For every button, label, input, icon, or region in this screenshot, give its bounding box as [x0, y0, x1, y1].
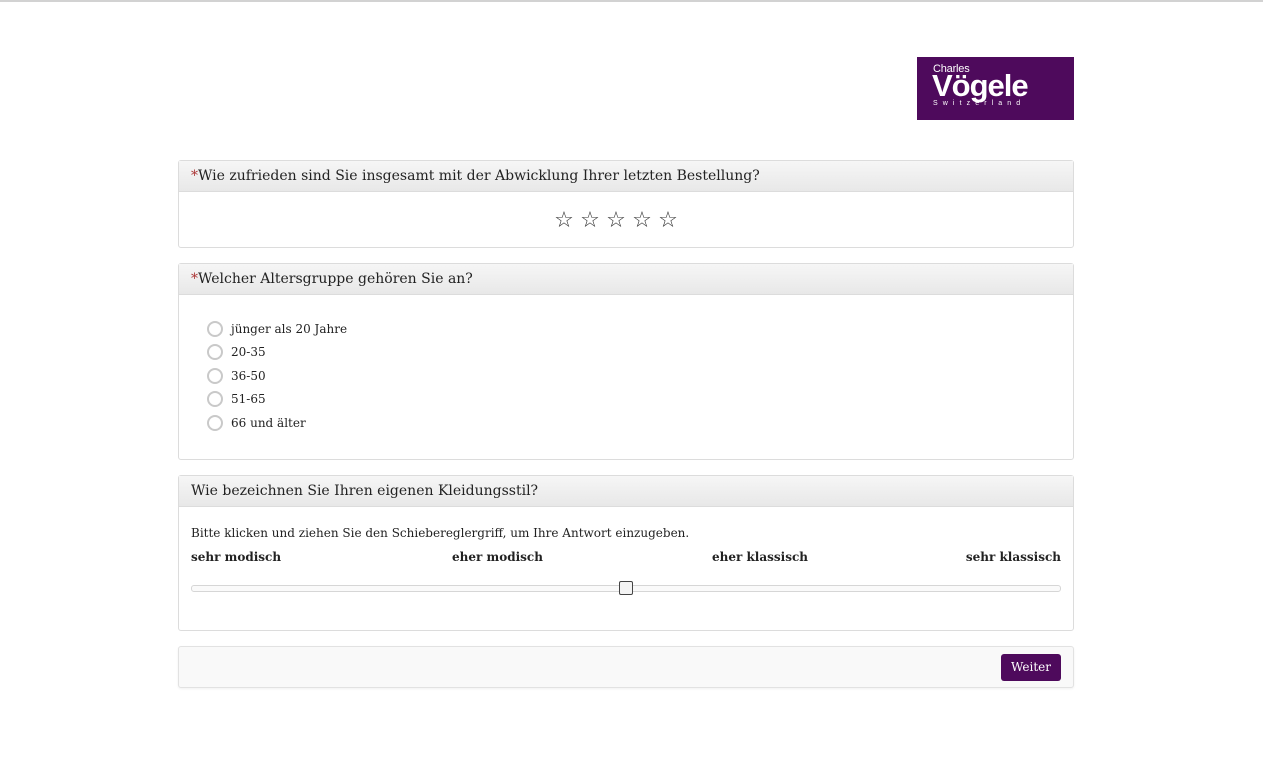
star-3-icon[interactable]: ☆	[603, 208, 629, 234]
question-clothing-style: Wie bezeichnen Sie Ihren eigenen Kleidun…	[178, 475, 1074, 631]
star-rating: ☆ ☆ ☆ ☆ ☆	[551, 208, 681, 234]
slider-instruction: Bitte klicken und ziehen Sie den Schiebe…	[191, 526, 690, 540]
question-clothing-style-header: Wie bezeichnen Sie Ihren eigenen Kleidun…	[179, 476, 1073, 507]
radio-button[interactable]	[207, 321, 223, 337]
question-clothing-style-title: Wie bezeichnen Sie Ihren eigenen Kleidun…	[191, 483, 539, 499]
required-marker: *	[191, 168, 198, 184]
question-satisfaction-title: Wie zufrieden sind Sie insgesamt mit der…	[198, 168, 760, 184]
age-option[interactable]: 66 und älter	[207, 413, 306, 433]
star-2-icon[interactable]: ☆	[577, 208, 603, 234]
age-option[interactable]: 20-35	[207, 342, 266, 362]
age-option-label: 20-35	[231, 345, 266, 359]
question-age-group-header: *Welcher Altersgruppe gehören Sie an?	[179, 264, 1073, 295]
question-satisfaction: *Wie zufrieden sind Sie insgesamt mit de…	[178, 160, 1074, 248]
radio-button[interactable]	[207, 344, 223, 360]
question-age-group-title: Welcher Altersgruppe gehören Sie an?	[198, 271, 473, 287]
star-4-icon[interactable]: ☆	[629, 208, 655, 234]
radio-button[interactable]	[207, 368, 223, 384]
brand-logo: Charles Vögele Switzerland	[917, 57, 1074, 120]
radio-button[interactable]	[207, 391, 223, 407]
age-option-label: 36-50	[231, 369, 266, 383]
slider-label-eher-klassisch: eher klassisch	[712, 550, 808, 564]
logo-line-switzerland: Switzerland	[933, 100, 1026, 107]
question-satisfaction-header: *Wie zufrieden sind Sie insgesamt mit de…	[179, 161, 1073, 192]
logo-line-voegele: Vögele	[932, 68, 1029, 103]
age-option-label: 66 und älter	[231, 416, 306, 430]
slider-handle[interactable]	[619, 581, 633, 595]
next-button[interactable]: Weiter	[1001, 654, 1061, 681]
slider-label-eher-modisch: eher modisch	[452, 550, 543, 564]
star-5-icon[interactable]: ☆	[655, 208, 681, 234]
age-option[interactable]: jünger als 20 Jahre	[207, 319, 347, 339]
navigation-bar: Weiter	[178, 646, 1074, 688]
required-marker: *	[191, 271, 198, 287]
slider-label-sehr-klassisch: sehr klassisch	[965, 550, 1061, 564]
age-option-label: jünger als 20 Jahre	[231, 322, 348, 336]
age-option[interactable]: 51-65	[207, 389, 266, 409]
radio-button[interactable]	[207, 415, 223, 431]
age-option[interactable]: 36-50	[207, 366, 266, 386]
question-age-group: *Welcher Altersgruppe gehören Sie an? jü…	[178, 263, 1074, 460]
star-1-icon[interactable]: ☆	[551, 208, 577, 234]
slider-label-sehr-modisch: sehr modisch	[191, 550, 282, 564]
age-option-label: 51-65	[231, 392, 266, 406]
top-border	[0, 0, 1263, 2]
